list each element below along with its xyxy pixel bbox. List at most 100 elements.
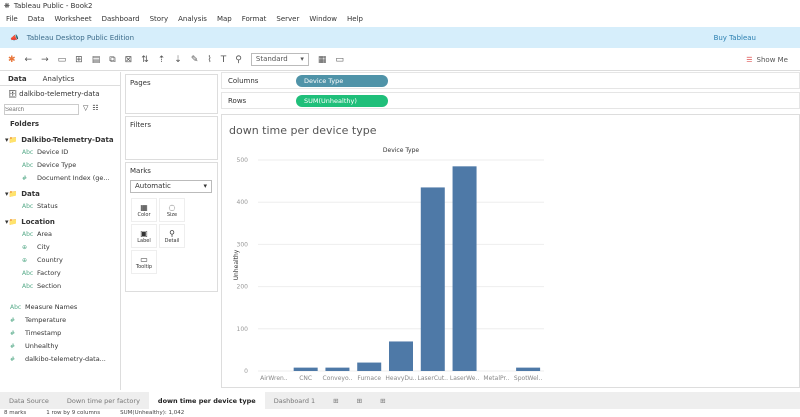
marks-size-button[interactable]: ◌ Size bbox=[159, 198, 185, 222]
field-item[interactable]: Abc Factory bbox=[0, 267, 120, 280]
fit-select[interactable]: Standard ▾ bbox=[250, 53, 309, 66]
show-me-button[interactable]: ☰ Show Me bbox=[746, 56, 788, 64]
field-item[interactable]: Abc Section bbox=[0, 280, 120, 293]
rows-pill[interactable]: SUM(Unhealthy) bbox=[296, 94, 388, 107]
new-datasource-icon[interactable]: ⊞ bbox=[75, 55, 83, 65]
marks-tooltip-button[interactable]: ▭ Tooltip bbox=[131, 250, 157, 274]
menu-analysis[interactable]: Analysis bbox=[178, 15, 207, 23]
marks-card: Marks Automatic ▾ ▦ Color ◌ Size ▣ Label ⚲ Detai… bbox=[125, 162, 218, 292]
menu-file[interactable]: File bbox=[6, 15, 18, 23]
field-name: Unhealthy bbox=[25, 342, 59, 350]
filters-shelf[interactable]: Filters bbox=[125, 116, 218, 160]
redo-icon[interactable]: → bbox=[41, 55, 49, 65]
folder[interactable]: ▾📁 Data bbox=[0, 185, 120, 200]
field-item[interactable]: # Document Index (ge... bbox=[0, 172, 120, 185]
menu-worksheet[interactable]: Worksheet bbox=[54, 15, 91, 23]
pin-icon[interactable]: ⚲ bbox=[235, 55, 242, 65]
tableau-logo-icon[interactable]: ✱ bbox=[8, 55, 16, 65]
x-tick-label: SpotWel.. bbox=[514, 375, 542, 382]
sort-desc-icon[interactable]: ⇣ bbox=[174, 55, 182, 65]
field-item[interactable]: Abc Status bbox=[0, 200, 120, 213]
filter-icon[interactable]: ▽ bbox=[83, 104, 88, 115]
x-tick-label: HeavyDu.. bbox=[385, 375, 416, 382]
tab-data[interactable]: Data bbox=[0, 72, 35, 85]
menu-map[interactable]: Map bbox=[217, 15, 232, 23]
undo-icon[interactable]: ← bbox=[25, 55, 33, 65]
field-name: Temperature bbox=[25, 316, 67, 324]
field-name: Document Index (ge... bbox=[37, 174, 110, 182]
field-name: Measure Names bbox=[25, 303, 78, 311]
buy-tableau-link[interactable]: Buy Tableau bbox=[714, 34, 756, 42]
field-item[interactable]: Abc Measure Names bbox=[0, 301, 120, 314]
data-pane: DataAnalytics 🗄 dalkibo-telemetry-data ▽… bbox=[0, 72, 121, 390]
marks-detail-button[interactable]: ⚲ Detail bbox=[159, 224, 185, 248]
menu-format[interactable]: Format bbox=[242, 15, 267, 23]
column-header: Device Type bbox=[383, 147, 420, 154]
field-item[interactable]: ⊕ City bbox=[0, 241, 120, 254]
field-name: Status bbox=[37, 202, 58, 210]
label-icon[interactable]: T bbox=[221, 55, 227, 65]
sheet-tab[interactable]: down time per device type bbox=[148, 392, 265, 409]
menu-data[interactable]: Data bbox=[28, 15, 45, 23]
marks-color-button[interactable]: ▦ Color bbox=[131, 198, 157, 222]
menu-server[interactable]: Server bbox=[276, 15, 299, 23]
menu-dashboard[interactable]: Dashboard bbox=[102, 15, 140, 23]
field-type-icon: Abc bbox=[22, 203, 34, 210]
status-text: 8 marks bbox=[4, 410, 27, 416]
sort-asc-icon[interactable]: ⇡ bbox=[158, 55, 166, 65]
tab-analytics[interactable]: Analytics bbox=[35, 72, 83, 85]
menu-window[interactable]: Window bbox=[309, 15, 337, 23]
folder[interactable]: ▾📁 Dalkibo-Telemetry-Data bbox=[0, 131, 120, 146]
field-type-icon: # bbox=[10, 330, 16, 337]
folder[interactable]: ▾📁 Location bbox=[0, 213, 120, 228]
field-name: Timestamp bbox=[25, 329, 62, 337]
y-tick-label: 100 bbox=[237, 326, 249, 333]
field-item[interactable]: ⊕ Country bbox=[0, 254, 120, 267]
new-dashboard-icon[interactable]: ⊞ bbox=[348, 392, 371, 409]
save-icon[interactable]: ▭ bbox=[58, 55, 67, 65]
duplicate-icon[interactable]: ⧉ bbox=[109, 55, 115, 65]
presentation-icon[interactable]: ▭ bbox=[335, 55, 344, 65]
menu-bar: File Data Worksheet Dashboard Story Analysis M… bbox=[0, 12, 800, 25]
size-icon: ◌ bbox=[168, 202, 176, 212]
mark-type-select[interactable]: Automatic ▾ bbox=[130, 180, 212, 193]
edition-label: Tableau Desktop Public Edition bbox=[26, 33, 135, 42]
field-item[interactable]: # Timestamp bbox=[0, 327, 120, 340]
x-tick-label: Furnace bbox=[357, 375, 381, 382]
new-story-icon[interactable]: ⊞ bbox=[371, 392, 394, 409]
menu-help[interactable]: Help bbox=[347, 15, 363, 23]
new-worksheet-icon[interactable]: ⊞ bbox=[324, 392, 347, 409]
sheet-tab[interactable]: Down time per factory bbox=[58, 392, 149, 409]
clear-icon[interactable]: ⊠ bbox=[125, 55, 133, 65]
field-item[interactable]: Abc Device Type bbox=[0, 159, 120, 172]
search-input[interactable] bbox=[4, 104, 79, 115]
swap-icon[interactable]: ⇅ bbox=[141, 55, 149, 65]
bar bbox=[325, 367, 350, 371]
datasource-item[interactable]: 🗄 dalkibo-telemetry-data bbox=[0, 86, 120, 102]
field-item[interactable]: # Unhealthy bbox=[0, 340, 120, 353]
bar bbox=[389, 341, 413, 371]
columns-shelf[interactable]: Columns Device Type bbox=[221, 72, 800, 89]
y-tick-label: 300 bbox=[237, 241, 249, 248]
highlight-icon[interactable]: ✎ bbox=[191, 55, 199, 65]
new-worksheet-icon[interactable]: ▤ bbox=[92, 55, 101, 65]
window-title: Tableau Public - Book2 bbox=[13, 1, 93, 10]
columns-pill[interactable]: Device Type bbox=[296, 74, 388, 87]
rows-shelf[interactable]: Rows SUM(Unhealthy) bbox=[221, 92, 800, 109]
folder-icon: ▾📁 bbox=[5, 190, 18, 198]
marks-label-button[interactable]: ▣ Label bbox=[131, 224, 157, 248]
field-item[interactable]: Abc Area bbox=[0, 228, 120, 241]
paperclip-icon[interactable]: ⌇ bbox=[207, 55, 211, 65]
view-options-icon[interactable]: ☷ bbox=[92, 104, 98, 115]
field-item[interactable]: # dalkibo-telemetry-data... bbox=[0, 353, 120, 366]
sheet-tab[interactable]: Data Source bbox=[0, 392, 58, 409]
edition-banner: 📣 Tableau Desktop Public Edition Buy Table… bbox=[0, 27, 800, 48]
field-name: Device Type bbox=[37, 161, 77, 169]
show-cards-icon[interactable]: ▦ bbox=[318, 55, 327, 65]
sheet-tab[interactable]: Dashboard 1 bbox=[265, 392, 324, 409]
field-item[interactable]: Abc Device ID bbox=[0, 146, 120, 159]
x-tick-label: LaserWe.. bbox=[450, 375, 479, 382]
pages-shelf[interactable]: Pages bbox=[125, 74, 218, 114]
menu-story[interactable]: Story bbox=[150, 15, 169, 23]
field-item[interactable]: # Temperature bbox=[0, 314, 120, 327]
